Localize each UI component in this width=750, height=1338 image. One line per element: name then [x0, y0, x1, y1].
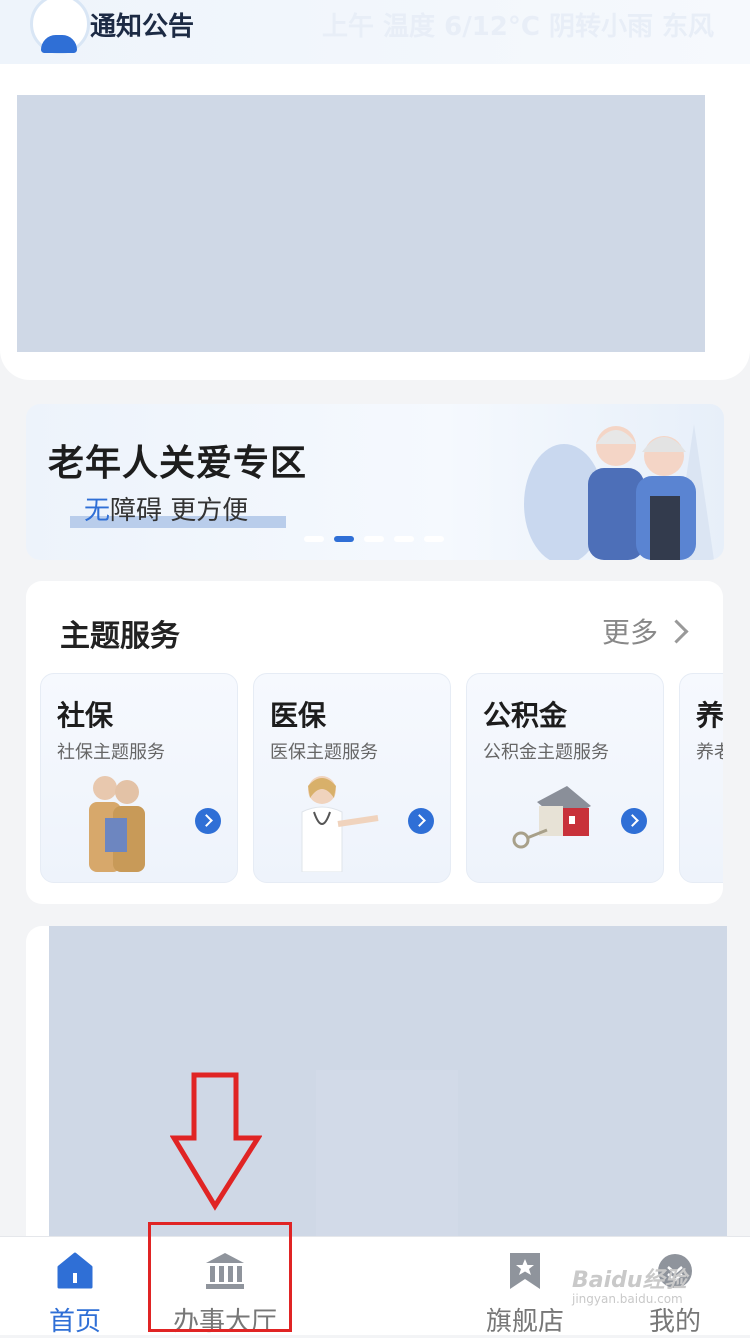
service-card-social-security[interactable]: 社保 社保主题服务: [40, 673, 238, 883]
card-subtitle: 医保主题服务: [270, 742, 378, 763]
banner-title: 老年人关爱专区: [48, 443, 308, 484]
carousel-dot[interactable]: [424, 536, 444, 542]
redacted-area: [17, 95, 705, 352]
house-keys-photo: [512, 786, 591, 849]
more-label: 更多: [601, 616, 658, 649]
arrow-right-button[interactable]: [408, 808, 434, 834]
carousel-dot[interactable]: [364, 536, 384, 542]
elderly-care-banner[interactable]: 老年人关爱专区 无障碍 更方便: [26, 404, 724, 560]
down-arrow-annotation-icon: [170, 1072, 262, 1211]
arrow-right-button[interactable]: [621, 808, 647, 834]
arrow-right-button[interactable]: [195, 808, 221, 834]
elderly-couple-illustration: [524, 424, 714, 560]
carousel-dot[interactable]: [394, 536, 414, 542]
card-title: 社保: [57, 699, 114, 732]
doctor-photo: [301, 776, 379, 872]
card-subtitle: 社保主题服务: [57, 742, 165, 763]
notice-title: 通知公告: [90, 12, 195, 42]
banner-subtitle: 无障碍 更方便: [84, 490, 248, 527]
more-link[interactable]: 更多: [601, 611, 689, 651]
tab-label: 我的: [648, 1307, 701, 1337]
service-card-pension[interactable]: 养 养老: [679, 673, 723, 883]
elderly-couple-photo: [89, 776, 145, 872]
watermark-text: Baidu经验: [572, 1268, 687, 1293]
watermark-url: jingyan.baidu.com: [572, 1292, 683, 1306]
service-card-medical-insurance[interactable]: 医保 医保主题服务: [253, 673, 451, 883]
tab-home[interactable]: 首页: [0, 1237, 150, 1337]
carousel-dot[interactable]: [304, 536, 324, 542]
service-card-housing-fund[interactable]: 公积金 公积金主题服务: [466, 673, 664, 883]
bookmark-star-icon: [510, 1253, 540, 1289]
banner-subtitle-accent: 无: [84, 496, 111, 526]
chevron-right-icon: [664, 618, 689, 644]
tab-label: 旗舰店: [485, 1307, 564, 1337]
carousel-dot-active[interactable]: [334, 536, 354, 542]
highlight-box: [148, 1222, 292, 1332]
card-subtitle: 公积金主题服务: [483, 742, 609, 763]
card-title: 医保: [270, 699, 327, 732]
banner-subtitle-rest: 障碍 更方便: [110, 496, 249, 526]
watermark: Baidu经验 jingyan.baidu.com: [572, 1262, 687, 1306]
section-title: 主题服务: [60, 619, 180, 654]
card-title: 公积金: [483, 699, 568, 732]
theme-services-section: 主题服务 更多 社保 社保主题服务 医保 医保主题服务 公积金 公积金主题服务: [26, 581, 723, 904]
carousel-dots[interactable]: [304, 536, 444, 542]
card-title: 养: [696, 699, 723, 732]
notice-bar[interactable]: 通知公告 上午 温度 6/12°C 阴转小雨 东风: [0, 0, 750, 64]
tab-label: 首页: [48, 1307, 101, 1337]
mascot-icon: [30, 0, 90, 54]
weather-text: 上午 温度 6/12°C 阴转小雨 东风: [322, 12, 715, 42]
card-subtitle: 养老: [696, 742, 723, 763]
home-icon: [57, 1252, 93, 1289]
